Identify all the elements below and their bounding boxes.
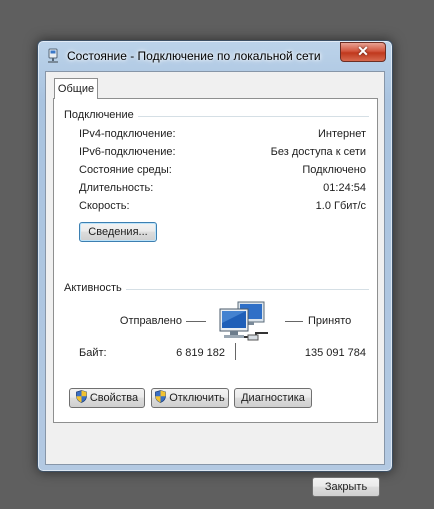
bytes-received-value: 135 091 784 [304, 347, 366, 359]
bytes-label: Байт: [79, 347, 107, 359]
duration-label: Длительность: [79, 182, 154, 194]
close-button[interactable]: Закрыть [312, 477, 380, 497]
activity-heading: Активность [64, 282, 126, 294]
details-button[interactable]: Сведения... [79, 222, 157, 242]
received-label: Принято [308, 315, 352, 327]
window-close-button[interactable]: ✕ [340, 42, 386, 62]
status-dialog: Состояние - Подключение по локальной сет… [37, 40, 393, 497]
uac-shield-icon [155, 390, 167, 403]
speed-label: Скорость: [79, 200, 130, 212]
diagnose-button[interactable]: Диагностика [234, 388, 312, 408]
sent-dash [186, 321, 206, 322]
media-state-label: Состояние среды: [79, 164, 172, 176]
media-state-value: Подключено [302, 164, 366, 176]
connection-heading: Подключение [64, 109, 138, 121]
window-title: Состояние - Подключение по локальной сет… [67, 49, 321, 63]
disable-button-label: Отключить [169, 392, 225, 404]
sent-label: Отправлено [119, 315, 182, 327]
received-dash [285, 321, 303, 322]
ipv4-label: IPv4-подключение: [79, 128, 176, 140]
speed-value: 1.0 Гбит/с [315, 200, 366, 212]
title-bar[interactable]: Состояние - Подключение по локальной сет… [38, 41, 392, 71]
dialog-client-area: Общие Подключение IPv4-подключение: Инте… [45, 71, 385, 497]
bytes-sent-value: 6 819 182 [176, 347, 225, 359]
ipv6-label: IPv6-подключение: [79, 146, 176, 158]
network-connection-icon [48, 48, 58, 63]
uac-shield-icon [75, 390, 87, 403]
properties-button-label: Свойства [89, 392, 139, 404]
ipv4-value: Интернет [318, 128, 366, 140]
duration-value: 01:24:54 [323, 182, 366, 194]
activity-divider [235, 343, 236, 360]
tab-panel-general: Подключение IPv4-подключение: Интернет I… [53, 98, 378, 423]
network-computers-icon [219, 301, 268, 341]
tab-general[interactable]: Общие [54, 78, 98, 99]
disable-button[interactable]: Отключить [151, 388, 229, 408]
ipv6-value: Без доступа к сети [270, 146, 366, 158]
properties-button[interactable]: Свойства [69, 388, 145, 408]
